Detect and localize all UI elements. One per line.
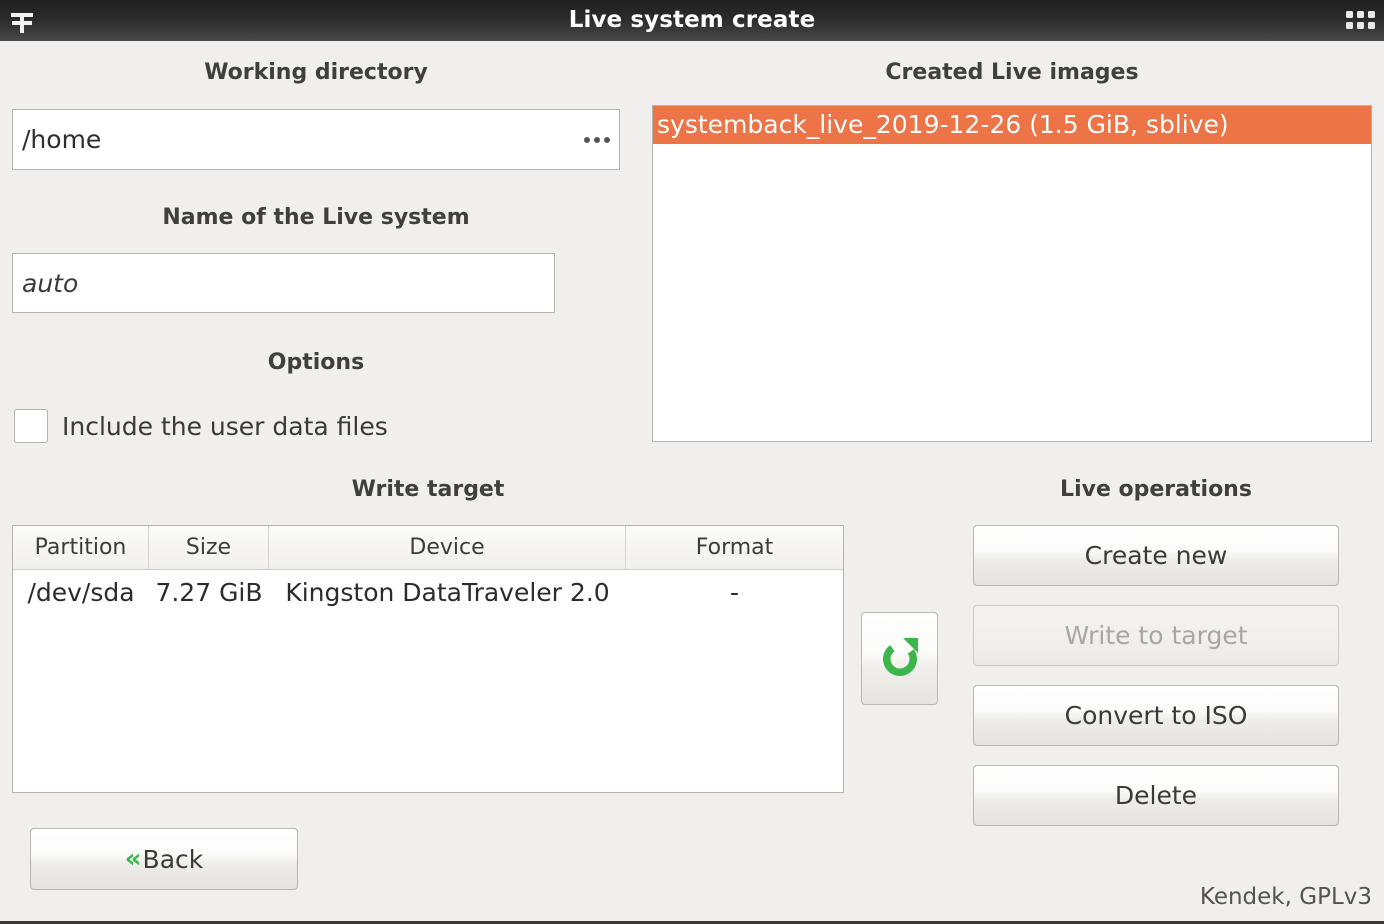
live-name-value: auto — [22, 268, 79, 298]
working-directory-heading: Working directory — [204, 60, 428, 85]
table-header-row: Partition Size Device Format — [13, 526, 843, 570]
write-target-heading: Write target — [351, 477, 505, 502]
working-directory-value: /home — [22, 125, 102, 154]
include-user-data-label: Include the user data files — [62, 411, 388, 441]
include-user-data-checkbox-row[interactable]: Include the user data files — [14, 409, 388, 443]
column-header-size[interactable]: Size — [149, 526, 269, 569]
refresh-icon — [882, 637, 918, 676]
write-to-target-button[interactable]: Write to target — [973, 605, 1339, 666]
window-title: Live system create — [568, 7, 816, 33]
cell-size: 7.27 GiB — [155, 577, 263, 607]
grid-dots-icon[interactable] — [1346, 11, 1376, 31]
list-item[interactable]: systemback_live_2019-12-26 (1.5 GiB, sbl… — [653, 106, 1371, 144]
table-body: /dev/sda 7.27 GiB Kingston DataTraveler … — [13, 570, 843, 614]
created-live-images-list[interactable]: systemback_live_2019-12-26 (1.5 GiB, sbl… — [652, 105, 1372, 442]
title-bar: Live system create — [0, 0, 1384, 41]
ellipsis-icon[interactable] — [575, 110, 619, 169]
live-name-heading: Name of the Live system — [162, 205, 470, 230]
refresh-button[interactable] — [861, 612, 938, 705]
column-header-device[interactable]: Device — [269, 526, 626, 569]
cell-partition: /dev/sda — [27, 577, 135, 607]
delete-button[interactable]: Delete — [973, 765, 1339, 826]
write-target-table[interactable]: Partition Size Device Format /dev/sda 7.… — [12, 525, 844, 793]
live-system-create-window: Live system create Working directory /ho… — [0, 0, 1384, 924]
back-button[interactable]: « Back — [30, 828, 298, 890]
live-name-input[interactable]: auto — [12, 253, 555, 313]
convert-to-iso-button[interactable]: Convert to ISO — [973, 685, 1339, 746]
create-new-button[interactable]: Create new — [973, 525, 1339, 586]
working-directory-input[interactable]: /home — [12, 109, 620, 170]
table-row[interactable]: /dev/sda 7.27 GiB Kingston DataTraveler … — [13, 570, 843, 614]
cell-device: Kingston DataTraveler 2.0 — [285, 577, 610, 607]
options-heading: Options — [267, 350, 365, 375]
back-button-label: Back — [142, 844, 204, 874]
cell-format: - — [729, 577, 740, 607]
column-header-format[interactable]: Format — [626, 526, 843, 569]
created-live-images-heading: Created Live images — [885, 60, 1139, 85]
footer-credits: Kendek, GPLv3 — [1199, 884, 1372, 910]
double-chevron-left-icon: « — [124, 844, 142, 874]
live-operations-heading: Live operations — [1060, 477, 1252, 502]
include-user-data-checkbox[interactable] — [14, 409, 48, 443]
column-header-partition[interactable]: Partition — [13, 526, 149, 569]
